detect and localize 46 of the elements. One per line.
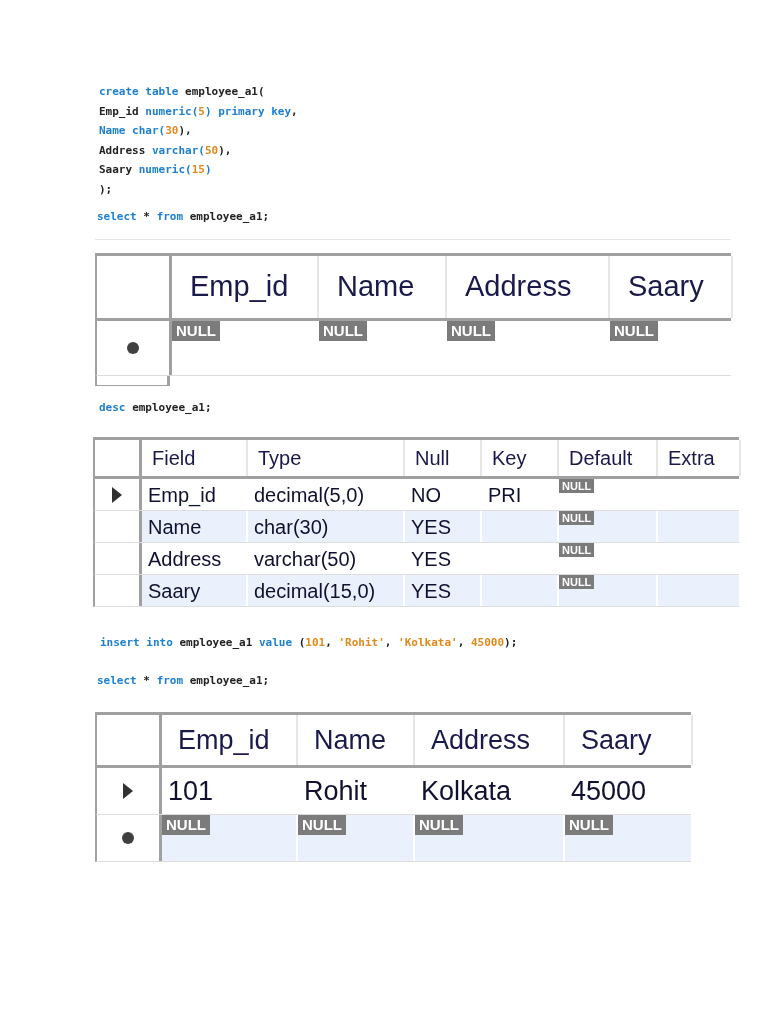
column-header: Emp_id <box>162 715 298 765</box>
column-header: Saary <box>610 255 733 318</box>
code-line: create table employee_a1( <box>99 84 265 100</box>
row-pointer-icon <box>122 782 134 800</box>
code-line: Name char(30), <box>99 123 192 139</box>
new-row-icon <box>121 831 135 845</box>
column-header: Key <box>482 440 559 476</box>
code-line: Emp_id numeric(5) primary key, <box>99 103 298 120</box>
code-line: insert into employee_a1 value (101, 'Rohit', 'Kolkata', 45000); <box>100 635 518 651</box>
null-badge: NULL <box>559 479 595 493</box>
column-header: Default <box>559 440 658 476</box>
table-cell: char(30) <box>248 511 405 542</box>
null-badge: NULL <box>298 815 346 835</box>
column-header: Address <box>415 715 565 765</box>
null-badge: NULL <box>447 320 495 341</box>
column-header: Field <box>142 440 248 476</box>
column-header: Name <box>319 255 447 318</box>
code-line: select * from employee_a1; <box>97 672 270 689</box>
null-badge: NULL <box>319 320 367 341</box>
column-header: Name <box>298 715 415 765</box>
code-line: select * from employee_a1; <box>97 209 270 225</box>
table-cell: YES <box>405 511 482 542</box>
code-line: Address varchar(50), <box>99 142 232 159</box>
column-header: Saary <box>565 715 693 765</box>
column-header: Null <box>405 440 482 476</box>
code-line: desc employee_a1; <box>99 399 212 416</box>
table-cell: decimal(15,0) <box>248 575 405 606</box>
table-cell: Name <box>142 511 248 542</box>
column-header: Extra <box>658 440 741 476</box>
table-cell: YES <box>405 575 482 606</box>
null-badge: NULL <box>559 575 595 589</box>
column-header: Type <box>248 440 405 476</box>
table-cell: Saary <box>142 575 248 606</box>
column-header: Address <box>447 255 610 318</box>
null-badge: NULL <box>559 543 595 557</box>
null-badge: NULL <box>610 320 658 341</box>
null-badge: NULL <box>559 511 595 525</box>
null-badge: NULL <box>415 815 463 835</box>
null-badge: NULL <box>162 815 210 835</box>
row-pointer-icon <box>111 485 123 504</box>
code-line: ); <box>99 181 113 198</box>
code-line: Saary numeric(15) <box>99 162 212 178</box>
column-header: Emp_id <box>172 255 319 318</box>
null-badge: NULL <box>172 320 220 341</box>
new-row-icon <box>126 340 140 355</box>
null-badge: NULL <box>565 815 613 835</box>
